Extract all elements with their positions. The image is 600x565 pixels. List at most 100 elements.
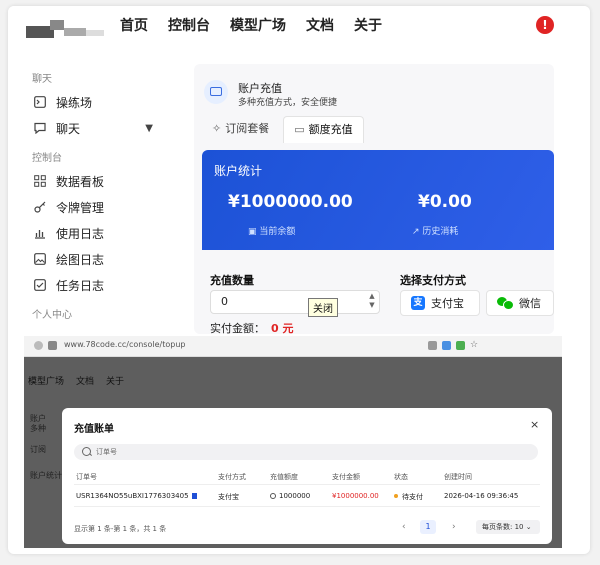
bg-account-subtitle: 多种	[30, 424, 46, 433]
status-text: 待支付	[402, 493, 423, 501]
modal-title: 充值账单	[74, 424, 114, 435]
key-icon	[34, 201, 46, 213]
sidebar-item-label: 使用日志	[56, 226, 105, 241]
sidebar-group-console: 控制台	[32, 153, 62, 164]
tab-label: 额度充值	[308, 123, 353, 136]
wechat-icon	[497, 296, 514, 310]
quantity-input[interactable]: 0 ▲ ▼	[210, 290, 380, 314]
bar-chart-icon	[34, 227, 46, 239]
nav-model-square[interactable]: 模型广场	[230, 15, 286, 35]
pay-method-label: 选择支付方式	[400, 274, 466, 287]
cell-pay-method: 支付宝	[218, 493, 239, 501]
wechat-pay-button[interactable]: 微信	[486, 290, 554, 316]
history-label: ↗ 历史消耗	[412, 224, 458, 237]
alipay-button[interactable]: 支 支付宝	[400, 290, 480, 316]
col-status: 状态	[394, 473, 408, 481]
sidebar-item-task-log[interactable]: 任务日志	[26, 272, 191, 298]
sidebar-item-chat[interactable]: 聊天 ▼	[26, 115, 191, 141]
page-size-select[interactable]: 每页条数: 10 ⌄	[476, 520, 540, 534]
sidebar-item-playground[interactable]: 操练场	[26, 89, 191, 115]
col-quota: 充值额度	[270, 473, 298, 481]
pagination-bar: 显示第 1 条-第 1 条，共 1 条 ‹ 1 › 每页条数: 10 ⌄	[74, 520, 540, 536]
url-text[interactable]: www.78code.cc/console/topup	[64, 340, 185, 349]
table-header-divider	[74, 484, 540, 485]
amount-row: 实付金额： 0 元	[210, 320, 293, 336]
bg-subscription-tab: 订阅	[30, 445, 46, 454]
nav-console[interactable]: 控制台	[168, 15, 210, 35]
nav-about[interactable]: 关于	[354, 15, 382, 35]
credit-card-icon	[204, 80, 228, 104]
col-pay-method: 支付方式	[218, 473, 246, 481]
order-id-text: USR1364NO55uBXI1776303405	[76, 492, 189, 500]
page-number-button[interactable]: 1	[420, 520, 436, 534]
account-header: 账户充值 多种充值方式，安全便捷	[200, 74, 540, 110]
chevron-down-icon[interactable]: ▼	[145, 123, 153, 134]
history-value: ¥0.00	[418, 192, 472, 212]
lock-icon[interactable]	[48, 341, 57, 350]
order-search-input[interactable]: 订单号	[74, 444, 538, 460]
card-icon: ▭	[294, 123, 305, 136]
sidebar-item-dashboard[interactable]: 数据看板	[26, 168, 191, 194]
chevron-left-icon[interactable]: ‹	[402, 522, 406, 532]
sparkle-icon: ✧	[212, 122, 222, 135]
nav-docs[interactable]: 文档	[306, 15, 334, 35]
sidebar-item-label: 聊天	[56, 121, 81, 136]
translate-icon[interactable]	[442, 341, 451, 350]
grid-icon	[34, 175, 46, 187]
chevron-down-icon: ⌄	[525, 523, 532, 531]
wechat-label: 微信	[519, 297, 541, 310]
site-logo[interactable]	[26, 20, 104, 40]
bg-account-title-text: 账户	[30, 414, 46, 423]
recharge-bill-modal: 充值账单 × 订单号 订单号 支付方式 充值额度 支付金额 状态 创建时间 US…	[62, 408, 552, 544]
quantity-label: 充值数量	[210, 274, 254, 287]
chevron-right-icon[interactable]: ›	[452, 522, 456, 532]
col-amount: 支付金额	[332, 473, 360, 481]
col-created: 创建时间	[444, 473, 472, 481]
close-icon[interactable]: ×	[530, 418, 539, 431]
quantity-stepper[interactable]: ▲ ▼	[367, 292, 377, 310]
star-icon[interactable]: ☆	[470, 341, 479, 350]
bg-stats-title: 账户统计	[30, 471, 62, 480]
sidebar-group-personal: 个人中心	[32, 310, 72, 321]
cell-quota: 1000000	[270, 492, 310, 500]
amount-value: 0 元	[271, 322, 294, 335]
sidebar: 聊天 操练场 聊天 ▼ 控制台 数据看板 令牌管理 使用日志 绘图日志 任务日志…	[26, 64, 191, 325]
main-nav: 首页 控制台 模型广场 文档 关于	[120, 15, 382, 35]
trend-icon: ↗	[412, 227, 423, 237]
status-dot-icon	[394, 494, 398, 498]
quota-text: 1000000	[279, 492, 311, 500]
terminal-icon	[34, 96, 46, 108]
cast-icon[interactable]	[428, 341, 437, 350]
copy-icon[interactable]	[191, 493, 197, 499]
balance-label: ▣ 当前余额	[248, 224, 295, 237]
second-screenshot: www.78code.cc/console/topup ☆ 模型广场 文档 关于…	[24, 336, 562, 548]
checkbox-icon	[34, 279, 46, 291]
close-tooltip: 关闭	[308, 298, 338, 317]
tab-quota-recharge[interactable]: ▭ 额度充值	[283, 116, 364, 143]
top-navigation-bar: 首页 控制台 模型广场 文档 关于 !	[8, 6, 590, 46]
account-stats-card: 账户统计 ¥1000000.00 ¥0.00 ▣ 当前余额 ↗ 历史消耗	[202, 150, 554, 250]
nav-home[interactable]: 首页	[120, 15, 148, 35]
topup-tabs: ✧ 订阅套餐 ▭ 额度充值	[202, 116, 364, 143]
extension-icon[interactable]	[456, 341, 465, 350]
sidebar-group-chat: 聊天	[32, 74, 52, 85]
search-icon	[82, 447, 91, 456]
tab-subscription[interactable]: ✧ 订阅套餐	[202, 116, 279, 142]
quantity-value: 0	[221, 295, 228, 308]
background-nav: 模型广场 文档 关于	[28, 374, 124, 387]
page-title: 账户充值	[238, 82, 282, 95]
info-icon[interactable]	[34, 341, 43, 350]
sidebar-item-label: 任务日志	[56, 278, 105, 293]
sidebar-item-drawing-log[interactable]: 绘图日志	[26, 246, 191, 272]
sidebar-item-usage-log[interactable]: 使用日志	[26, 220, 191, 246]
bg-nav-item: 模型广场	[28, 377, 65, 387]
image-icon	[34, 253, 46, 265]
alert-icon[interactable]: !	[536, 16, 554, 34]
tab-label: 订阅套餐	[225, 122, 270, 135]
wallet-icon: ▣	[248, 227, 260, 237]
bg-nav-item: 文档	[76, 377, 95, 387]
balance-label-text: 当前余额	[259, 227, 296, 237]
sidebar-item-tokens[interactable]: 令牌管理	[26, 194, 191, 220]
history-label-text: 历史消耗	[422, 227, 459, 237]
search-placeholder: 订单号	[96, 448, 117, 456]
